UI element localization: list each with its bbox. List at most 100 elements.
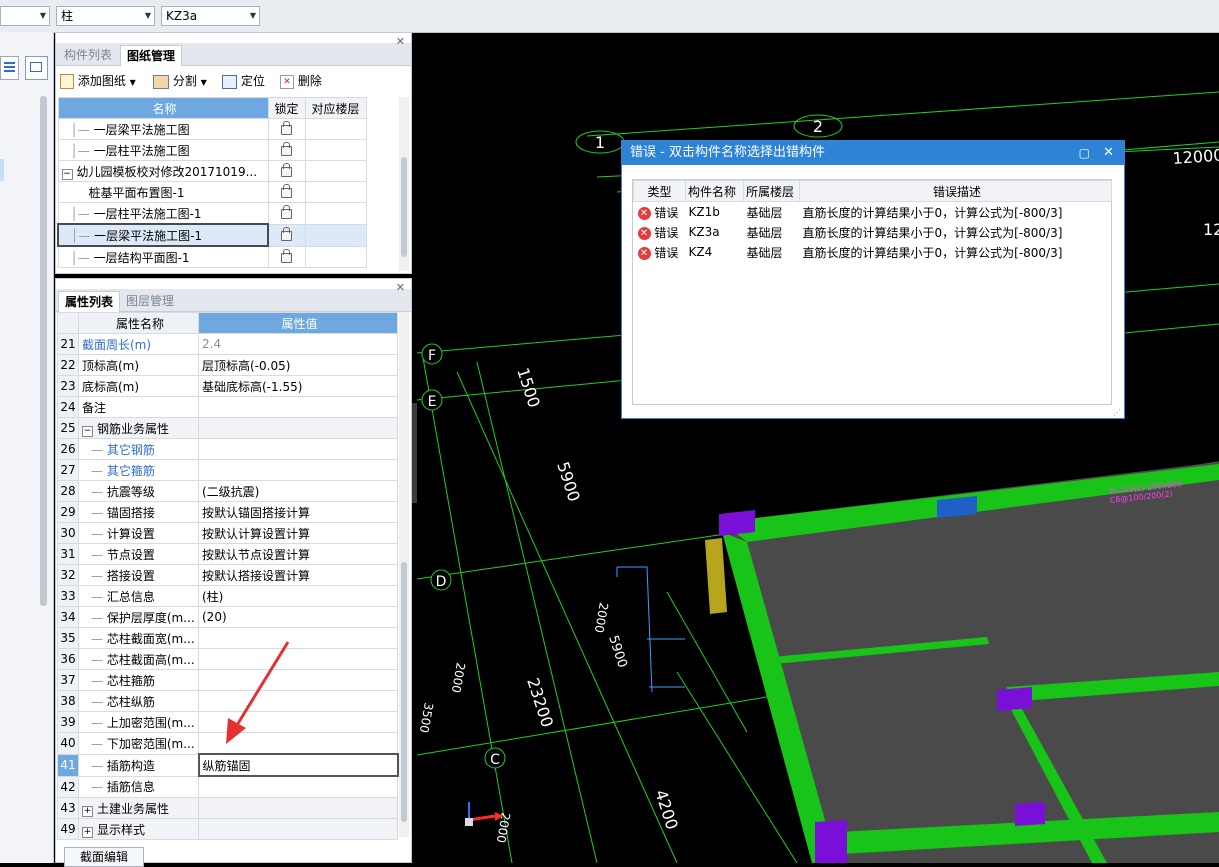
property-group-name: 土建业务属性 (97, 801, 170, 816)
property-row[interactable]: 30— 计算设置 按默认计算设置计算 (57, 522, 398, 544)
property-value-input[interactable]: 纵筋锚固 (197, 753, 399, 777)
lock-icon[interactable] (281, 121, 292, 135)
property-group-row[interactable]: 43 + 土建业务属性 (57, 797, 398, 819)
floor-select[interactable]: ▼ (0, 6, 50, 26)
tab-layer-management[interactable]: 图层管理 (120, 291, 180, 311)
lock-icon[interactable] (281, 248, 292, 263)
property-value[interactable]: 按默认锚固搭接计算 (198, 501, 398, 523)
error-component[interactable]: KZ4 (686, 242, 744, 262)
table-row-selected[interactable]: │— 一层梁平法施工图-1 (57, 223, 367, 247)
property-row[interactable]: 33— 汇总信息 (柱) (57, 585, 398, 607)
error-row[interactable]: ✕ 错误 KZ4 基础层 直筋长度的计算结果小于0，计算公式为[-800/3] (634, 242, 1112, 262)
property-value[interactable]: 2.4 (198, 333, 398, 355)
tab-component-list[interactable]: 构件列表 (58, 45, 118, 65)
property-group-row[interactable]: 49 + 显示样式 (57, 818, 398, 840)
property-group-row[interactable]: 25− 钢筋业务属性 (57, 417, 398, 439)
property-row[interactable]: 26— 其它钢筋 (57, 438, 398, 460)
property-row[interactable]: 27— 其它箍筋 (57, 459, 398, 481)
property-row[interactable]: 23 底标高(m) 基础底标高(-1.55) (57, 375, 398, 397)
property-row[interactable]: 31— 节点设置 按默认节点设置计算 (57, 543, 398, 565)
property-name: 节点设置 (106, 547, 155, 562)
lock-icon[interactable] (281, 142, 292, 156)
scrollbar[interactable] (40, 96, 47, 606)
row-number: 37 (57, 669, 79, 691)
maximize-icon[interactable]: ▢ (1079, 141, 1090, 165)
property-value[interactable] (198, 438, 398, 460)
error-floor: 基础层 (746, 245, 783, 260)
chevron-down-icon: ▼ (144, 11, 151, 20)
property-value[interactable] (198, 396, 398, 418)
table-row[interactable]: 桩基平面布置图-1 (57, 181, 367, 203)
row-number: 43 (57, 797, 79, 819)
section-edit-button[interactable]: 截面编辑 (64, 847, 144, 867)
dialog-title-bar[interactable]: 错误 - 双击构件名称选择出错构件 ▢ ✕ (622, 141, 1124, 165)
component-type-select[interactable]: 柱 ▼ (56, 6, 155, 26)
error-row[interactable]: ✕ 错误 KZ1b 基础层 直筋长度的计算结果小于0，计算公式为[-800/3] (634, 202, 1112, 223)
property-value[interactable]: (20) (198, 606, 398, 628)
add-drawing-button[interactable]: 添加图纸 ▼ (60, 71, 136, 91)
error-row[interactable]: ✕ 错误 KZ3a 基础层 直筋长度的计算结果小于0，计算公式为[-800/3] (634, 222, 1112, 242)
resize-grip-icon[interactable]: ⋰ (1113, 408, 1121, 417)
property-value[interactable]: 按默认计算设置计算 (198, 522, 398, 544)
property-value[interactable] (198, 459, 398, 481)
property-value[interactable]: 按默认节点设置计算 (198, 543, 398, 565)
row-number: 26 (57, 438, 79, 460)
property-value[interactable] (198, 775, 398, 798)
close-icon[interactable]: ✕ (396, 35, 405, 48)
delete-button[interactable]: ✕ 删除 (280, 71, 322, 91)
column-header-property-name: 属性名称 (78, 312, 199, 334)
split-button[interactable]: 分割 ▼ (153, 71, 207, 91)
table-row[interactable]: │— 一层梁平法施工图 (57, 118, 367, 140)
detail-view-icon[interactable] (25, 56, 48, 80)
lock-icon[interactable] (281, 184, 292, 198)
property-row[interactable]: 29— 锚固搭接 按默认锚固搭接计算 (57, 501, 398, 523)
table-row[interactable]: │— 一层柱平法施工图 (57, 139, 367, 161)
scrollbar[interactable] (399, 97, 409, 271)
property-row[interactable]: 22 顶标高(m) 层顶标高(-0.05) (57, 354, 398, 376)
lock-icon[interactable] (281, 163, 292, 177)
collapse-icon[interactable]: − (61, 168, 73, 180)
property-table: 属性名称 属性值 21 截面周长(m) 2.4 22 顶标高(m) 层顶标高(-0.05… (57, 312, 399, 840)
property-row[interactable]: 28— 抗震等级 (二级抗震) (57, 480, 398, 502)
scrollbar[interactable] (399, 312, 409, 837)
property-row-selected[interactable]: 41— 插筋构造 纵筋锚固 (57, 753, 399, 777)
error-component[interactable]: KZ1b (686, 202, 744, 223)
lock-icon[interactable] (281, 205, 292, 220)
list-view-icon[interactable] (0, 56, 19, 80)
column-header-floor: 对应楼层 (304, 97, 367, 119)
error-component[interactable]: KZ3a (686, 222, 744, 242)
component-name-select[interactable]: KZ3a ▼ (161, 6, 260, 26)
property-value[interactable]: 基础底标高(-1.55) (198, 375, 398, 397)
property-value[interactable]: (二级抗震) (198, 480, 398, 502)
property-row[interactable]: 32— 搭接设置 按默认搭接设置计算 (57, 564, 398, 586)
row-number: 21 (57, 333, 79, 355)
property-value[interactable]: 层顶标高(-0.05) (198, 354, 398, 376)
row-number: 25 (57, 417, 79, 439)
drawing-management-panel: 构件列表 图纸管理 ✕ 添加图纸 ▼ 分割 ▼ 定位 ✕ 删除 名称 锁定 对应… (55, 32, 412, 274)
lock-icon[interactable] (281, 227, 293, 241)
close-icon[interactable]: ✕ (1103, 141, 1114, 165)
column-header-property-value: 属性值 (198, 312, 398, 334)
table-row[interactable]: │— 一层结构平面图-1 (57, 245, 367, 268)
tab-property-list[interactable]: 属性列表 (58, 291, 121, 312)
drawing-name: 一层结构平面图-1 (93, 250, 190, 265)
collapse-icon[interactable]: − (82, 425, 93, 437)
property-value[interactable]: (柱) (198, 585, 398, 607)
dim-text: 2000 (449, 661, 468, 694)
property-value[interactable]: 按默认搭接设置计算 (198, 564, 398, 586)
property-row[interactable]: 34— 保护层厚度(m... (20) (57, 606, 398, 628)
expand-icon[interactable]: + (82, 805, 93, 817)
close-icon[interactable]: ✕ (396, 281, 405, 294)
table-row[interactable]: │— 一层柱平法施工图-1 (57, 202, 367, 225)
column-header-lock: 锁定 (267, 97, 306, 119)
expand-icon[interactable]: + (82, 826, 93, 838)
axis-label: 2 (813, 117, 823, 136)
property-row[interactable]: 21 截面周长(m) 2.4 (57, 333, 398, 355)
property-row[interactable]: 42— 插筋信息 (57, 775, 398, 798)
locate-button[interactable]: 定位 (222, 71, 265, 91)
table-row[interactable]: − 幼儿园模板校对修改20171019... (57, 160, 367, 182)
error-floor: 基础层 (746, 205, 783, 220)
property-row[interactable]: 24 备注 (57, 396, 398, 418)
column-header-description: 错误描述 (799, 180, 1112, 202)
tab-drawing-management[interactable]: 图纸管理 (120, 45, 183, 66)
